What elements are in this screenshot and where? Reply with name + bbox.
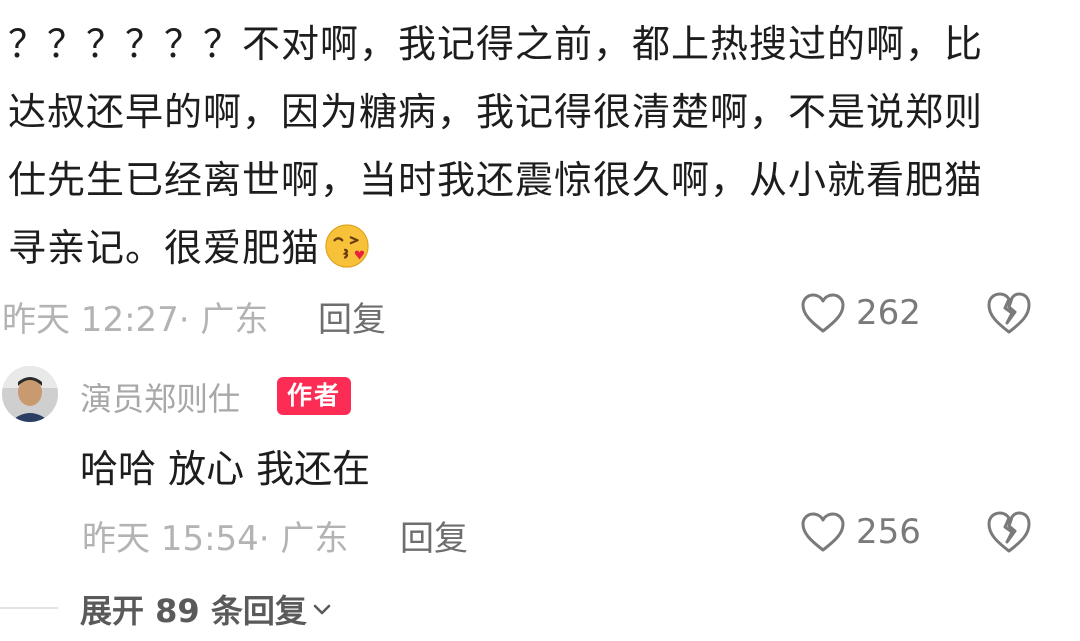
comment-like-button[interactable]: 262 (800, 288, 921, 338)
broken-heart-icon[interactable] (985, 290, 1033, 336)
author-reply-text: 哈哈 放心 我还在 (80, 447, 371, 491)
heart-icon (801, 512, 845, 552)
author-badge: 作者 (277, 377, 352, 415)
kiss-face-emoji-icon (325, 224, 369, 268)
comment-reply-button[interactable]: 回复 (318, 292, 386, 341)
broken-heart-icon[interactable] (985, 509, 1033, 555)
expand-divider (0, 607, 58, 609)
reply-like-count: 256 (856, 512, 921, 552)
avatar-image (2, 366, 58, 422)
expand-replies-button[interactable]: 展开 89 条回复 (80, 586, 333, 632)
reply-reply-button[interactable]: 回复 (400, 511, 468, 560)
comment-meta-row: 昨天 12:27· 广东 回复 262 (0, 284, 1080, 344)
reply-like-button[interactable]: 256 (800, 507, 921, 557)
comment-text-content: ？？？？？？不对啊，我记得之前，都上热搜过的啊，比达叔还早的啊，因为糖病，我记得… (8, 22, 984, 270)
reply-time-location: 昨天 15:54· 广东 (82, 519, 349, 559)
comment-like-count: 262 (856, 293, 921, 333)
comment-time-location: 昨天 12:27· 广东 (2, 300, 269, 340)
reply-meta-row: 昨天 15:54· 广东 回复 256 (0, 503, 1080, 563)
expand-replies-label: 展开 89 条回复 (80, 592, 307, 630)
chevron-down-icon (313, 604, 331, 615)
author-name[interactable]: 演员郑则仕 (80, 374, 240, 420)
author-avatar[interactable] (2, 366, 58, 422)
comment-text: ？？？？？？不对啊，我记得之前，都上热搜过的啊，比达叔还早的啊，因为糖病，我记得… (8, 10, 1008, 282)
heart-icon (801, 293, 845, 333)
